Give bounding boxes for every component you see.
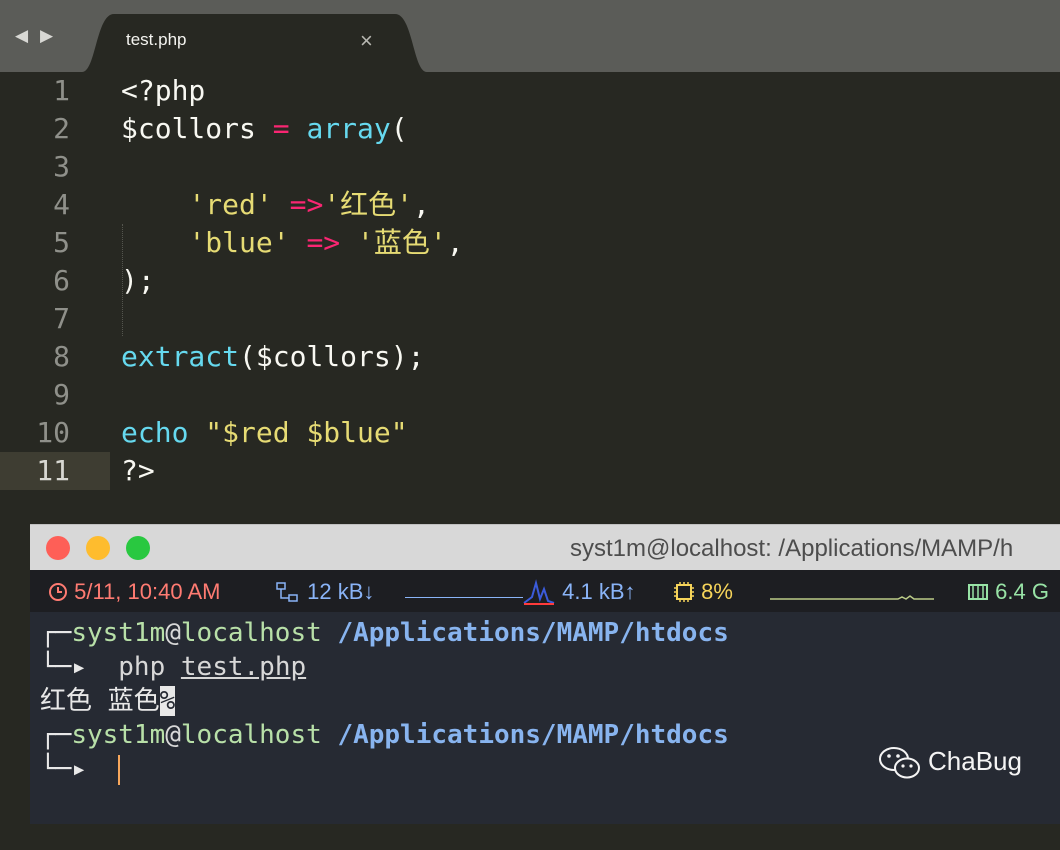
network-graph [405,597,523,598]
disk-icon [968,584,988,600]
cpu-status: 8% [673,579,733,605]
no-newline-marker: % [159,686,176,716]
line-code: 'red' =>'红色', [188,188,430,221]
memory-sparkline-icon [770,595,934,600]
line-number: 8 [53,340,70,373]
command-line: └─▸ php test.php [40,650,306,684]
clock-status: 5/11, 10:40 AM [48,579,221,605]
watermark-text: ChaBug [928,745,1022,776]
terminal-output[interactable]: ┌─syst1m@localhost /Applications/MAMP/ht… [30,612,1060,824]
line-code: ?> [121,454,155,487]
disk-text: 6.4 G [995,579,1049,604]
tab-test-php[interactable]: test.php × [82,14,427,72]
command-argument: test.php [180,652,307,682]
prompt-user: syst1m [71,618,166,648]
cpu-text: 8% [701,579,733,604]
prompt-arrow-icon: └─▸ [40,652,87,682]
network-down-status: 12 kB↓ [275,579,523,605]
code-line: 7 [0,300,1060,338]
network-down-text: 12 kB↓ [307,579,375,604]
line-number: 6 [53,264,70,297]
line-code: 'blue' => '蓝色', [188,226,464,259]
clock-icon [49,583,67,601]
prompt-path: /Applications/MAMP/htdocs [337,720,729,750]
code-editor[interactable]: 1 <?php 2 $collors = array( 3 4 'red' =>… [0,72,1060,522]
tab-label: test.php [126,30,187,49]
prompt-host: localhost [180,720,322,750]
line-number: 4 [53,188,70,221]
line-code: <?php [121,74,206,107]
nav-back-icon[interactable]: ◀ [15,26,28,46]
code-line: 1 <?php [0,72,1060,110]
code-line: 9 [0,376,1060,414]
code-line: 10 echo "$red $blue" [0,414,1060,452]
clock-text: 5/11, 10:40 AM [74,579,221,604]
line-code: ); [121,264,155,297]
line-code: $collors = array( [121,112,408,145]
code-line-active: 11 ?> [0,452,1060,490]
prompt-corner-icon: ┌─ [40,618,72,648]
line-number: 11 [36,454,70,487]
network-icon [276,582,298,602]
prompt-line: ┌─syst1m@localhost /Applications/MAMP/ht… [40,616,729,650]
code-line: 2 $collors = array( [0,110,1060,148]
line-number: 9 [53,378,70,411]
prompt-host: localhost [180,618,322,648]
line-number: 3 [53,150,70,183]
line-number: 5 [53,226,70,259]
wechat-icon [879,747,920,779]
prompt-user: syst1m [71,720,166,750]
terminal-title: syst1m@localhost: /Applications/MAMP/h [570,535,1014,562]
prompt-line: ┌─syst1m@localhost /Applications/MAMP/ht… [40,718,729,752]
input-line[interactable]: └─▸ [40,752,121,786]
editor-tab-bar: ◀ ▶ test.php × [0,0,1060,72]
line-number: 10 [36,416,70,449]
prompt-path: /Applications/MAMP/htdocs [337,618,729,648]
close-icon[interactable]: × [360,28,373,54]
code-line: 4 'red' =>'红色', [0,186,1060,224]
line-number: 7 [53,302,70,335]
output-line: 红色 蓝色% [40,684,176,718]
code-line: 6 ); [0,262,1060,300]
text-cursor [118,754,121,785]
prompt-corner-icon: ┌─ [40,720,72,750]
code-line: 5 'blue' => '蓝色', [0,224,1060,262]
network-up-text: 4.1 kB↑ [562,579,636,604]
nav-forward-icon[interactable]: ▶ [40,26,53,46]
watermark: ChaBug [878,745,1022,781]
prompt-arrow-icon: └─▸ [40,754,87,784]
line-code: extract($collors); [121,340,425,373]
prompt-at: @ [165,720,181,750]
network-spike-icon [523,579,555,605]
memory-graph [770,579,934,607]
code-line: 3 [0,148,1060,186]
command-program: php [118,652,166,682]
code-line: 8 extract($collors); [0,338,1060,376]
disk-status: 6.4 G [967,579,1049,605]
line-number: 1 [53,74,70,107]
line-code: echo "$red $blue" [121,416,408,449]
close-window-button[interactable] [46,536,70,560]
cpu-icon [674,582,694,602]
network-up-status: 4.1 kB↑ [522,579,636,605]
status-bar: 5/11, 10:40 AM 12 kB↓ 4.1 kB↑ 8% 6.4 G [30,570,1060,612]
command-output: 红色 蓝色 [40,686,160,716]
minimize-window-button[interactable] [86,536,110,560]
terminal-title-bar[interactable]: syst1m@localhost: /Applications/MAMP/h [30,524,1060,571]
prompt-at: @ [165,618,181,648]
maximize-window-button[interactable] [126,536,150,560]
line-number: 2 [53,112,70,145]
